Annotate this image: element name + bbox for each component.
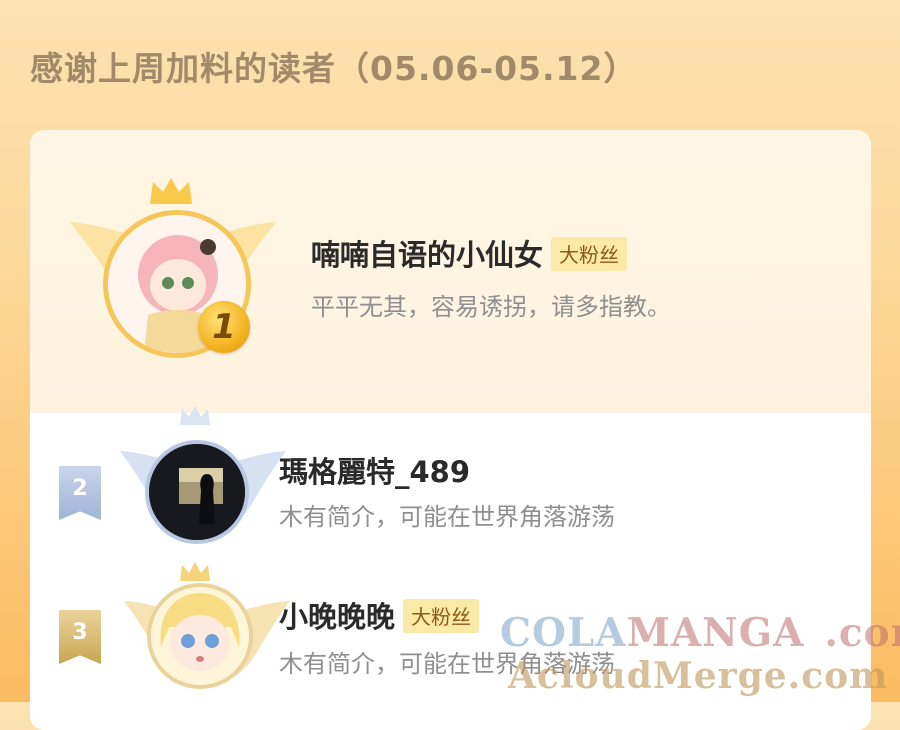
rank-medal-1: 1 (198, 301, 250, 353)
fan-badge: 大粉丝 (551, 237, 628, 271)
crown-icon (180, 562, 210, 581)
reader-name-text: 瑪格麗特_489 (279, 455, 471, 489)
watermark-part: COLA (500, 610, 627, 656)
fan-badge: 大粉丝 (403, 599, 480, 633)
watermark-part: MANGA (626, 610, 805, 656)
reader-name[interactable]: 瑪格麗特_489 (279, 449, 470, 491)
reader-row-1[interactable]: 1 喃喃自语的小仙女 大粉丝 平平无其，容易诱拐，请多指教。 (30, 130, 871, 413)
reader-name-text: 小晚晚晚 (279, 600, 396, 634)
reader-name[interactable]: 小晚晚晚 大粉丝 (279, 594, 480, 636)
crown-icon (180, 406, 210, 425)
avatar[interactable] (147, 583, 253, 689)
watermark-text: AcloudMerge.com (508, 655, 889, 697)
reader-name[interactable]: 喃喃自语的小仙女 大粉丝 (311, 232, 628, 274)
reader-bio: 木有简介，可能在世界角落游荡 (279, 503, 615, 531)
avatar[interactable] (145, 440, 249, 544)
page-title: 感谢上周加料的读者（05.06-05.12） (30, 49, 638, 88)
reader-row-2[interactable]: 2 瑪格麗特_489 木有简介，可能在世界角落游荡 (30, 406, 871, 553)
watermark-text: COLAMANGA .com (500, 610, 900, 656)
watermark-part: .com (824, 610, 900, 656)
crown-icon (150, 178, 192, 204)
rank-flag-2: 2 (59, 466, 101, 520)
reader-bio: 平平无其，容易诱拐，请多指教。 (311, 293, 671, 321)
reader-name-text: 喃喃自语的小仙女 (311, 238, 544, 272)
rank-flag-3: 3 (59, 610, 101, 664)
